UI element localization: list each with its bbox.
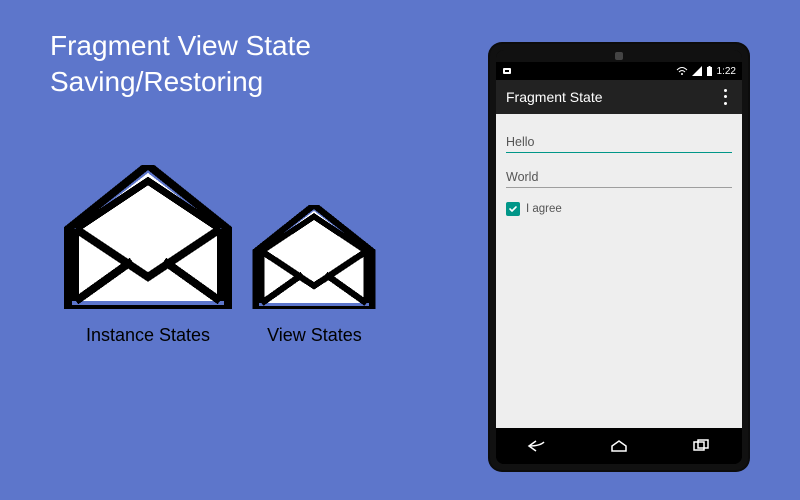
signal-icon	[692, 66, 702, 76]
checkbox-row[interactable]: I agree	[506, 202, 732, 216]
checkbox-label: I agree	[526, 203, 562, 215]
nav-recents-button[interactable]	[681, 436, 721, 456]
wifi-icon	[676, 66, 688, 76]
envelope-icon	[250, 205, 378, 309]
title-line-2: Saving/Restoring	[50, 64, 311, 100]
battery-icon	[706, 66, 713, 77]
action-bar-title: Fragment State	[506, 89, 603, 105]
fragment-content: I agree	[496, 114, 742, 428]
envelope-group: Instance States View States	[60, 165, 378, 346]
text-field-2[interactable]	[506, 167, 732, 188]
phone-device: 1:22 Fragment State I agree	[488, 42, 750, 472]
envelope-view-states: View States	[250, 205, 378, 346]
envelope-view-label: View States	[250, 325, 378, 346]
text-field-1[interactable]	[506, 132, 732, 153]
envelope-icon	[60, 165, 236, 309]
envelope-instance-states: Instance States	[60, 165, 236, 346]
checkbox-checked-icon	[506, 202, 520, 216]
status-bar: 1:22	[496, 62, 742, 80]
navigation-bar	[496, 428, 742, 464]
debug-icon	[502, 66, 512, 76]
page-title: Fragment View State Saving/Restoring	[50, 28, 311, 101]
nav-home-button[interactable]	[599, 436, 639, 456]
title-line-1: Fragment View State	[50, 28, 311, 64]
phone-screen: 1:22 Fragment State I agree	[496, 50, 742, 464]
nav-back-button[interactable]	[517, 436, 557, 456]
overflow-menu-button[interactable]	[718, 87, 732, 107]
envelope-instance-label: Instance States	[60, 325, 236, 346]
status-time: 1:22	[717, 66, 736, 77]
phone-speaker	[496, 50, 742, 62]
action-bar: Fragment State	[496, 80, 742, 114]
